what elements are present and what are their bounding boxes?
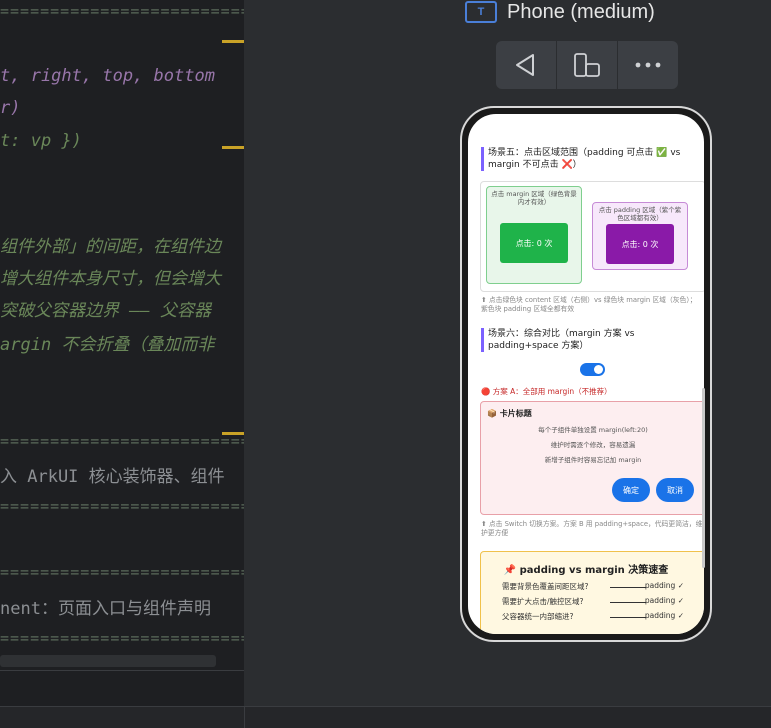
margin-area-label: 点击 margin 区域（绿色背景内才有效） bbox=[491, 190, 577, 206]
rotate-device-button[interactable] bbox=[557, 41, 618, 89]
plan-switch[interactable] bbox=[580, 363, 605, 376]
divider bbox=[0, 670, 244, 671]
code-comment: 组件外部」的间距，在组件边 bbox=[0, 237, 221, 257]
device-selector[interactable]: T Phone (medium) bbox=[465, 0, 655, 24]
more-dots-icon bbox=[635, 62, 661, 68]
decision-row: 需要背景色覆盖间距区域? padding ✓ bbox=[502, 581, 684, 591]
device-label: Phone (medium) bbox=[507, 0, 655, 23]
code-line: r) bbox=[0, 98, 21, 118]
phone-screen[interactable]: 场景五：点击区域范围（padding 可点击 ✅ vs margin 不可点击 … bbox=[468, 114, 704, 634]
margin-click-button[interactable]: 点击: 0 次 bbox=[500, 223, 568, 263]
phone-frame: 场景五：点击区域范围（padding 可点击 ✅ vs margin 不可点击 … bbox=[460, 106, 712, 642]
card-title: 📦 卡片标题 bbox=[487, 409, 532, 418]
decision-row: 需要扩大点击/触控区域? padding ✓ bbox=[502, 596, 684, 606]
previewer-panel: T Phone (medium) 场景五：点击区域范围（padding 可点击 … bbox=[245, 0, 771, 706]
code-comment: 入 ArkUI 核心装饰器、组件 bbox=[0, 467, 225, 487]
code-editor[interactable]: ================================ t, righ… bbox=[0, 0, 244, 706]
code-comment: 突破父容器边界 —— 父容器 bbox=[0, 301, 211, 321]
scene5-note: ⬆ 点击绿色块 content 区域（右侧）vs 绿色块 margin 区域（灰… bbox=[481, 296, 697, 313]
cancel-button[interactable]: 取消 bbox=[656, 478, 694, 502]
more-button[interactable] bbox=[618, 41, 678, 89]
code-line: t: vp }) bbox=[0, 131, 82, 151]
card-line: 维护时需逐个修改，容易遗漏 bbox=[550, 441, 636, 449]
scene6-title: 场景六：综合对比（margin 方案 vs padding+space 方案） bbox=[481, 328, 698, 352]
phone-scrollbar[interactable] bbox=[702, 388, 705, 568]
card-line: 新增子组件时容易忘记加 margin bbox=[544, 456, 642, 464]
plan-label: 🔴 方案 A：全部用 margin（不推荐） bbox=[481, 387, 612, 396]
decision-title: 📌 padding vs margin 决策速查 bbox=[503, 565, 669, 576]
preview-toolbar bbox=[496, 41, 678, 89]
code-line: ================================ bbox=[0, 629, 244, 647]
scene6-note: ⬆ 点击 Switch 切换方案。方案 B 用 padding+space，代码… bbox=[481, 520, 703, 537]
padding-area-label: 点击 padding 区域（紫个紫色区域都有效） bbox=[598, 206, 682, 222]
back-button[interactable] bbox=[496, 41, 557, 89]
scene5-title: 场景五：点击区域范围（padding 可点击 ✅ vs margin 不可点击 … bbox=[481, 147, 698, 171]
warning-marker bbox=[222, 146, 244, 149]
rotate-device-icon bbox=[574, 53, 600, 77]
code-comment: 增大组件本身尺寸，但会增大 bbox=[0, 269, 221, 289]
code-line: ================================ bbox=[0, 497, 244, 515]
back-triangle-icon bbox=[516, 54, 534, 76]
text-box-icon: T bbox=[465, 1, 497, 23]
code-comment: argin 不会折叠（叠加而非 bbox=[0, 335, 215, 355]
confirm-button[interactable]: 确定 bbox=[612, 478, 650, 502]
padding-click-button[interactable]: 点击: 0 次 bbox=[606, 224, 674, 264]
decision-row: 父容器统一内部缩进? padding ✓ bbox=[502, 611, 684, 621]
horizontal-scrollbar[interactable] bbox=[0, 655, 216, 667]
code-line: ================================ bbox=[0, 432, 244, 450]
code-comment: nent：页面入口与组件声明 bbox=[0, 599, 211, 619]
card-line: 每个子组件单独设置 margin(left:20) bbox=[538, 426, 648, 434]
status-bar bbox=[0, 706, 771, 728]
warning-marker bbox=[222, 40, 244, 43]
code-line: ================================ bbox=[0, 563, 244, 581]
code-line: t, right, top, bottom bbox=[0, 66, 215, 86]
code-line: ================================ bbox=[0, 2, 244, 20]
